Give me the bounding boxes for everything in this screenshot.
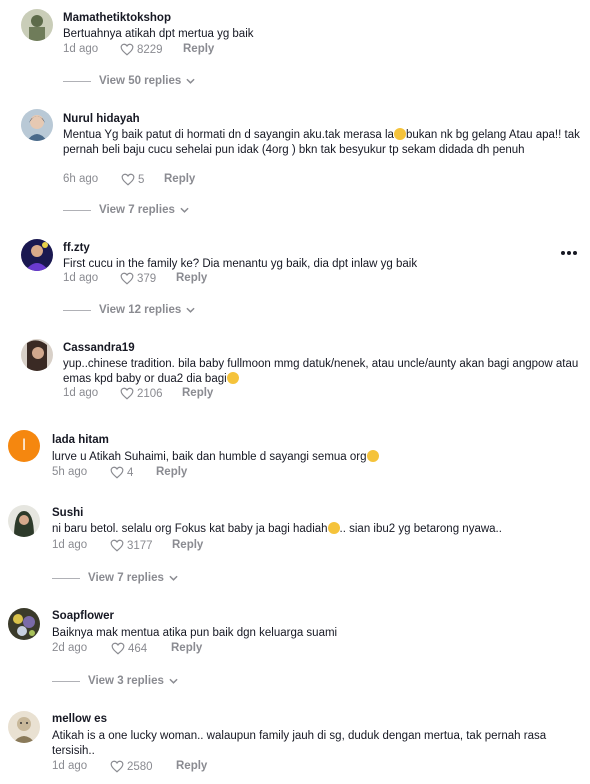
like-count: 2580 bbox=[127, 760, 153, 773]
comment-username[interactable]: Nurul hidayah bbox=[63, 113, 140, 125]
comment-time: 6h ago bbox=[63, 173, 99, 185]
view-replies-button[interactable]: View 50 replies bbox=[63, 75, 195, 87]
view-replies-button[interactable]: View 12 replies bbox=[63, 304, 195, 316]
comment-username[interactable]: mellow es bbox=[52, 713, 107, 725]
reply-button[interactable]: Reply bbox=[171, 642, 202, 654]
avatar[interactable] bbox=[8, 711, 40, 743]
like-button[interactable]: 4 bbox=[110, 466, 133, 479]
comment-username[interactable]: Cassandra19 bbox=[63, 342, 135, 354]
like-button[interactable]: 2580 bbox=[110, 760, 153, 773]
like-count: 2106 bbox=[137, 387, 163, 400]
like-button[interactable]: 379 bbox=[120, 272, 156, 285]
like-button[interactable]: 464 bbox=[111, 642, 147, 655]
comment-time: 1d ago bbox=[52, 539, 88, 551]
avatar[interactable] bbox=[8, 608, 40, 640]
view-replies-button[interactable]: View 7 replies bbox=[63, 204, 189, 216]
like-count: 4 bbox=[127, 466, 134, 479]
comment-time: 1d ago bbox=[52, 760, 88, 772]
reply-button[interactable]: Reply bbox=[176, 272, 207, 284]
divider-line bbox=[63, 80, 91, 82]
heart-icon bbox=[110, 466, 124, 479]
comment-text: Baiknya mak mentua atika pun baik dgn ke… bbox=[52, 627, 338, 639]
comment-username[interactable]: Mamathetiktokshop bbox=[63, 12, 171, 24]
reply-button[interactable]: Reply bbox=[156, 466, 187, 478]
divider-line bbox=[52, 577, 80, 579]
comment-time: 1d ago bbox=[63, 43, 99, 55]
relieved-emoji-icon bbox=[393, 128, 406, 140]
chevron-down-icon bbox=[169, 678, 178, 684]
comment-time: 1d ago bbox=[63, 387, 99, 399]
reply-button[interactable]: Reply bbox=[182, 387, 213, 399]
avatar[interactable]: l bbox=[8, 430, 40, 462]
like-count: 3177 bbox=[127, 539, 153, 552]
comment-username[interactable]: lada hitam bbox=[52, 434, 109, 446]
comment-username[interactable]: Sushi bbox=[52, 507, 83, 519]
avatar[interactable] bbox=[21, 239, 53, 271]
divider-line bbox=[52, 680, 80, 682]
chevron-down-icon bbox=[186, 307, 195, 313]
comment-username[interactable]: ff.zty bbox=[63, 242, 90, 254]
chevron-down-icon bbox=[186, 78, 195, 84]
divider-line bbox=[63, 209, 91, 211]
heart-icon bbox=[120, 272, 134, 285]
view-replies-label: View 12 replies bbox=[99, 304, 182, 316]
comment-text: yup..chinese tradition. bila baby fullmo… bbox=[63, 358, 579, 385]
avatar[interactable] bbox=[8, 505, 40, 537]
like-count: 8229 bbox=[137, 43, 163, 56]
view-replies-label: View 7 replies bbox=[88, 572, 164, 584]
crying-emoji-icon bbox=[327, 522, 340, 534]
comment-text: First cucu in the family ke? Dia menantu… bbox=[63, 258, 418, 270]
smiling-emoji-icon bbox=[366, 450, 379, 462]
comment-time: 2d ago bbox=[52, 642, 88, 654]
smiling-hearts-emoji-icon bbox=[226, 371, 239, 384]
comment-text: lurve u Atikah Suhaimi, baik dan humble … bbox=[52, 450, 572, 465]
heart-icon bbox=[111, 642, 125, 655]
like-button[interactable]: 3177 bbox=[110, 539, 153, 552]
comment-username[interactable]: Soapflower bbox=[52, 610, 114, 622]
comment-time: 1d ago bbox=[63, 272, 99, 284]
avatar[interactable] bbox=[21, 339, 53, 371]
reply-button[interactable]: Reply bbox=[172, 539, 203, 551]
like-button[interactable]: 8229 bbox=[120, 43, 163, 56]
more-horizontal-icon bbox=[561, 251, 577, 255]
like-button[interactable]: 2106 bbox=[120, 387, 163, 400]
comment-text: Mentua Yg baik patut di hormati dn d say… bbox=[63, 128, 580, 156]
reply-button[interactable]: Reply bbox=[176, 760, 207, 772]
heart-icon bbox=[120, 387, 134, 400]
comment-time: 5h ago bbox=[52, 466, 88, 478]
heart-icon bbox=[110, 539, 124, 552]
avatar[interactable] bbox=[21, 109, 53, 141]
reply-button[interactable]: Reply bbox=[164, 173, 195, 185]
avatar-letter: l bbox=[22, 437, 26, 454]
view-replies-label: View 50 replies bbox=[99, 75, 182, 87]
heart-icon bbox=[120, 43, 134, 56]
view-replies-label: View 7 replies bbox=[99, 204, 175, 216]
chevron-down-icon bbox=[180, 207, 189, 213]
like-button[interactable]: 5 bbox=[121, 173, 144, 186]
comment-text: ni baru betol. selalu org Fokus kat baby… bbox=[52, 522, 502, 535]
like-count: 379 bbox=[137, 272, 157, 285]
avatar[interactable] bbox=[21, 9, 53, 41]
view-replies-button[interactable]: View 3 replies bbox=[52, 675, 178, 687]
view-replies-button[interactable]: View 7 replies bbox=[52, 572, 178, 584]
view-replies-label: View 3 replies bbox=[88, 675, 164, 687]
comment-text: Bertuahnya atikah dpt mertua yg baik bbox=[63, 28, 254, 40]
heart-icon bbox=[121, 173, 135, 186]
like-count: 5 bbox=[138, 173, 145, 186]
comment-text: Atikah is a one lucky woman.. walaupun f… bbox=[52, 730, 547, 757]
chevron-down-icon bbox=[169, 575, 178, 581]
divider-line bbox=[63, 309, 91, 311]
reply-button[interactable]: Reply bbox=[183, 43, 214, 55]
heart-icon bbox=[110, 760, 124, 773]
like-count: 464 bbox=[128, 642, 148, 655]
